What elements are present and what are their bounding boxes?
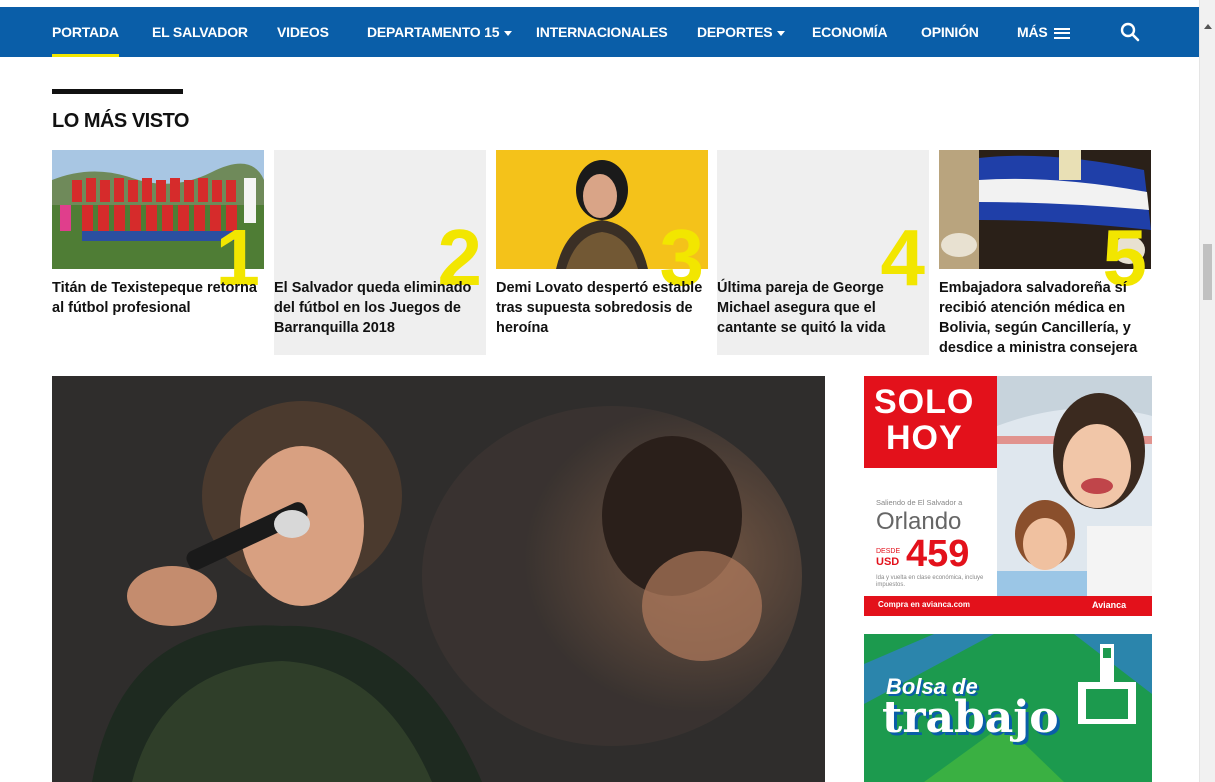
nav-item-departamento-15[interactable]: DEPARTAMENTO 15 xyxy=(367,7,513,57)
most-viewed-card-5[interactable]: 5 Embajadora salvadoreña sí recibió aten… xyxy=(939,150,1151,358)
top-nav-bar: PORTADA EL SALVADOR VIDEOS DEPARTAMENTO … xyxy=(0,7,1199,57)
section-rule xyxy=(52,89,183,94)
ad-currency: USD xyxy=(876,556,900,568)
ad-headline-solo: SOLO xyxy=(874,383,975,421)
nav-item-internacionales[interactable]: INTERNACIONALES xyxy=(536,7,668,57)
search-icon[interactable] xyxy=(1120,22,1140,42)
nav-item-label: DEPORTES xyxy=(697,24,773,40)
nav-item-mas[interactable]: MÁS xyxy=(1017,7,1070,57)
ad-price: 459 xyxy=(906,533,970,575)
ad-title-line-2: trabajo xyxy=(882,692,1059,743)
page-scrollbar[interactable] xyxy=(1199,0,1215,782)
most-viewed-card-4[interactable]: 4 Última pareja de George Michael asegur… xyxy=(717,150,929,355)
caret-down-icon xyxy=(777,30,786,36)
nav-item-label: MÁS xyxy=(1017,24,1048,40)
card-headline[interactable]: El Salvador queda eliminado del fútbol e… xyxy=(274,278,486,338)
ad-cta[interactable]: Compra en avianca.com xyxy=(878,600,970,609)
ad-route-text: Saliendo de El Salvador a xyxy=(876,498,963,507)
nav-item-opinion[interactable]: OPINIÓN xyxy=(921,7,979,57)
scroll-up-arrow-icon[interactable] xyxy=(1204,24,1212,29)
card-headline[interactable]: Embajadora salvadoreña sí recibió atenci… xyxy=(939,278,1151,358)
ad-fine-print: Ida y vuelta en clase económica, incluye… xyxy=(876,575,984,588)
ad-city: Orlando xyxy=(876,508,962,535)
nav-item-economia[interactable]: ECONOMÍA xyxy=(812,7,888,57)
ad-headline-hoy: HOY xyxy=(886,419,963,457)
ad-photo xyxy=(997,376,1152,596)
bolsa-de-trabajo-ad[interactable]: Bolsa de trabajo xyxy=(864,634,1152,782)
card-headline[interactable]: Titán de Texistepeque retorna al fútbol … xyxy=(52,278,264,318)
hamburger-icon xyxy=(1053,27,1070,39)
nav-item-videos[interactable]: VIDEOS xyxy=(277,7,329,57)
hero-photo[interactable] xyxy=(52,376,825,782)
nav-item-label: DEPARTAMENTO 15 xyxy=(367,24,500,40)
section-title: LO MÁS VISTO xyxy=(52,110,189,132)
ad-headline-box: SOLO HOY xyxy=(864,376,997,468)
ad-from-label: DESDE xyxy=(876,548,901,555)
card-headline[interactable]: Demi Lovato despertó estable tras supues… xyxy=(496,278,708,338)
most-viewed-card-2[interactable]: 2 El Salvador queda eliminado del fútbol… xyxy=(274,150,486,355)
avianca-ad-banner[interactable]: SOLO HOY Saliendo de El Salvador a Orlan… xyxy=(864,376,1152,616)
ad-brand: Avianca xyxy=(1092,600,1127,610)
nav-item-portada[interactable]: PORTADA xyxy=(52,7,119,57)
nav-item-el-salvador[interactable]: EL SALVADOR xyxy=(152,7,248,57)
nav-item-deportes[interactable]: DEPORTES xyxy=(697,7,786,57)
card-headline[interactable]: Última pareja de George Michael asegura … xyxy=(717,278,929,338)
most-viewed-card-1[interactable]: 1 Titán de Texistepeque retorna al fútbo… xyxy=(52,150,264,355)
scrollbar-thumb[interactable] xyxy=(1203,244,1212,300)
caret-down-icon xyxy=(504,30,513,36)
most-viewed-card-3[interactable]: 3 Demi Lovato despertó estable tras supu… xyxy=(496,150,708,355)
